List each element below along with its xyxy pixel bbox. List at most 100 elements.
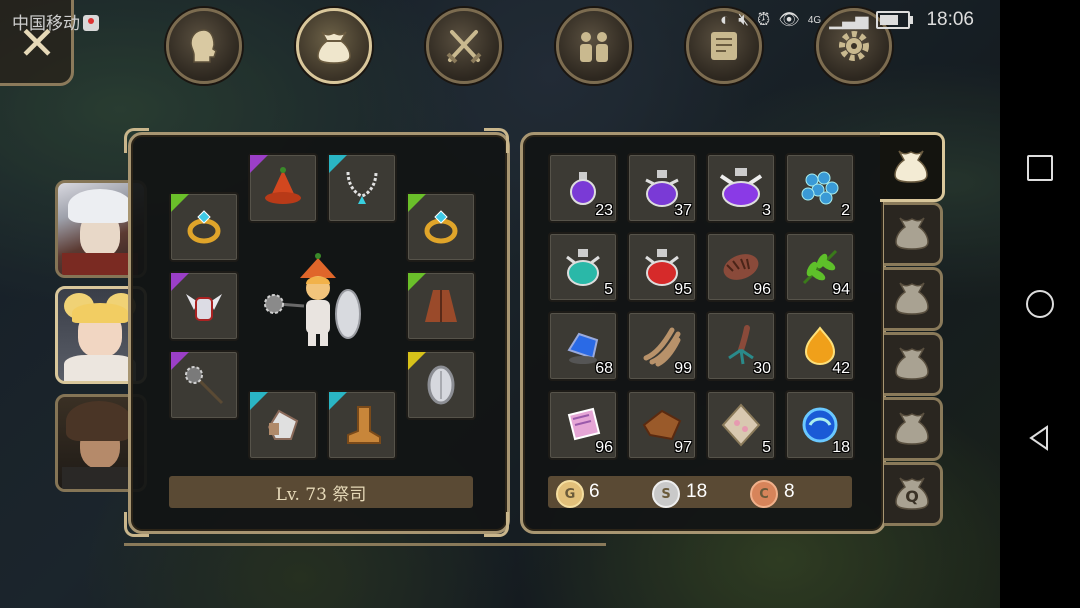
equip-slot-armor[interactable] [169,271,239,341]
inventory-slot[interactable]: 3 [706,153,776,223]
signal-hd-icon: ◐ [720,10,731,29]
back-triangle-icon [1029,425,1048,451]
inventory-slot[interactable]: 97 [627,390,697,460]
item-quantity: 97 [674,439,692,456]
inventory-slot[interactable]: 18 [785,390,855,460]
item-quantity: 2 [841,202,850,219]
hero-hair [68,189,132,223]
home-button[interactable] [1020,284,1060,324]
silver-coin-icon: S [652,480,680,508]
rarity-marker [171,352,189,370]
item-quantity: 3 [762,202,771,219]
inventory-slot[interactable]: 96 [706,232,776,302]
gold-coin-icon: G [556,480,584,508]
item-quantity: 99 [674,360,692,377]
gold-amount: 6 [589,481,600,502]
hero-scarf [62,253,138,275]
blue-grapes-icon [801,171,839,205]
character-sprite [256,236,386,366]
bag-icon [894,150,928,183]
rarity-marker [329,392,347,410]
inventory-slot[interactable]: 96 [548,390,618,460]
inventory-slot[interactable]: 42 [785,311,855,381]
circle-icon [1026,290,1054,318]
bag-tab-5[interactable] [884,397,943,461]
inventory-slot[interactable]: 5 [706,390,776,460]
inventory-slot[interactable]: 37 [627,153,697,223]
bag-icon [895,347,929,380]
battery-icon [876,11,914,29]
recent-apps-button[interactable] [1020,148,1060,188]
inventory-slot[interactable]: 23 [548,153,618,223]
panel-corner [124,128,149,153]
priestess-sprite-icon [264,253,361,346]
item-quantity: 5 [762,439,771,456]
bag-tab-1[interactable] [880,132,945,202]
equip-slot-gloves[interactable] [248,390,318,460]
warrior-armor [62,467,138,489]
rarity-marker [408,194,426,212]
rarity-marker [171,273,189,291]
quest-tab-label: Q [905,487,919,506]
rarity-marker [408,352,426,370]
item-quantity: 37 [674,202,692,219]
equip-slot-boots[interactable] [327,390,397,460]
item-quantity: 42 [832,360,850,377]
inventory-slot[interactable]: 99 [627,311,697,381]
bag-icon [895,412,929,445]
copper-amount: 8 [784,481,795,502]
panel-underline [124,543,606,546]
bag-tab-quest[interactable]: Q [884,462,943,526]
eye-icon: 👁︎ [778,10,800,29]
bag-tab-3[interactable] [884,267,943,331]
clock: 18:06 [926,9,974,30]
item-quantity: 96 [595,439,613,456]
rarity-marker [250,392,268,410]
currency-bar: G 6 S 18 C 8 [548,476,852,508]
panel-corner [124,512,149,537]
rarity-marker [408,273,426,291]
inventory-slot[interactable]: 30 [706,311,776,381]
inventory-slot[interactable]: 95 [627,232,697,302]
square-icon [1027,155,1053,181]
back-button[interactable] [1020,418,1060,458]
silver-amount: 18 [686,481,708,502]
crystal-ore-icon [721,403,761,447]
equip-slot-ring-left[interactable] [169,192,239,262]
wifi-signal-icon: ▁▃▅ [829,10,869,29]
bag-icon [895,217,929,250]
status-bar: 中国移动 ◐ 🔇︎ ⏰︎ 👁︎ 4G ▁▃▅ 18:06 [0,0,1000,40]
equip-slot-ring-right[interactable] [406,192,476,262]
bag-tab-4[interactable] [884,332,943,396]
bag-icon [895,282,929,315]
rarity-marker [171,194,189,212]
item-quantity: 18 [832,439,850,456]
teal-potion-icon [566,249,600,286]
equip-slot-necklace[interactable] [327,153,397,223]
purple-potion-large-icon [719,168,763,207]
warrior-hair [66,401,132,441]
carrier-label: 中国移动 [12,14,80,33]
priestess-hair [72,303,128,323]
equip-slot-helmet[interactable] [248,153,318,223]
bag-tab-2[interactable] [884,202,943,266]
item-quantity: 96 [753,281,771,298]
equip-slot-weapon[interactable] [169,350,239,420]
item-quantity: 94 [832,281,850,298]
equip-slot-cloak[interactable] [406,271,476,341]
inventory-slot[interactable]: 5 [548,232,618,302]
panel-corner [484,128,509,153]
inventory-slot[interactable]: 68 [548,311,618,381]
item-quantity: 95 [674,281,692,298]
game-viewport: 中国移动 ◐ 🔇︎ ⏰︎ 👁︎ 4G ▁▃▅ 18:06 ✕ Lv. 73 祭司… [0,0,1000,608]
rarity-marker [329,155,347,173]
equip-slot-shield[interactable] [406,350,476,420]
inventory-slot[interactable]: 2 [785,153,855,223]
item-quantity: 5 [604,281,613,298]
network-type-icon: 4G [807,14,822,26]
mute-icon: 🔇︎ [738,10,750,29]
item-quantity: 30 [753,360,771,377]
inventory-slot[interactable]: 94 [785,232,855,302]
system-icons: ◐ 🔇︎ ⏰︎ 👁︎ 4G ▁▃▅ 18:06 [720,9,974,31]
item-quantity: 23 [595,202,613,219]
